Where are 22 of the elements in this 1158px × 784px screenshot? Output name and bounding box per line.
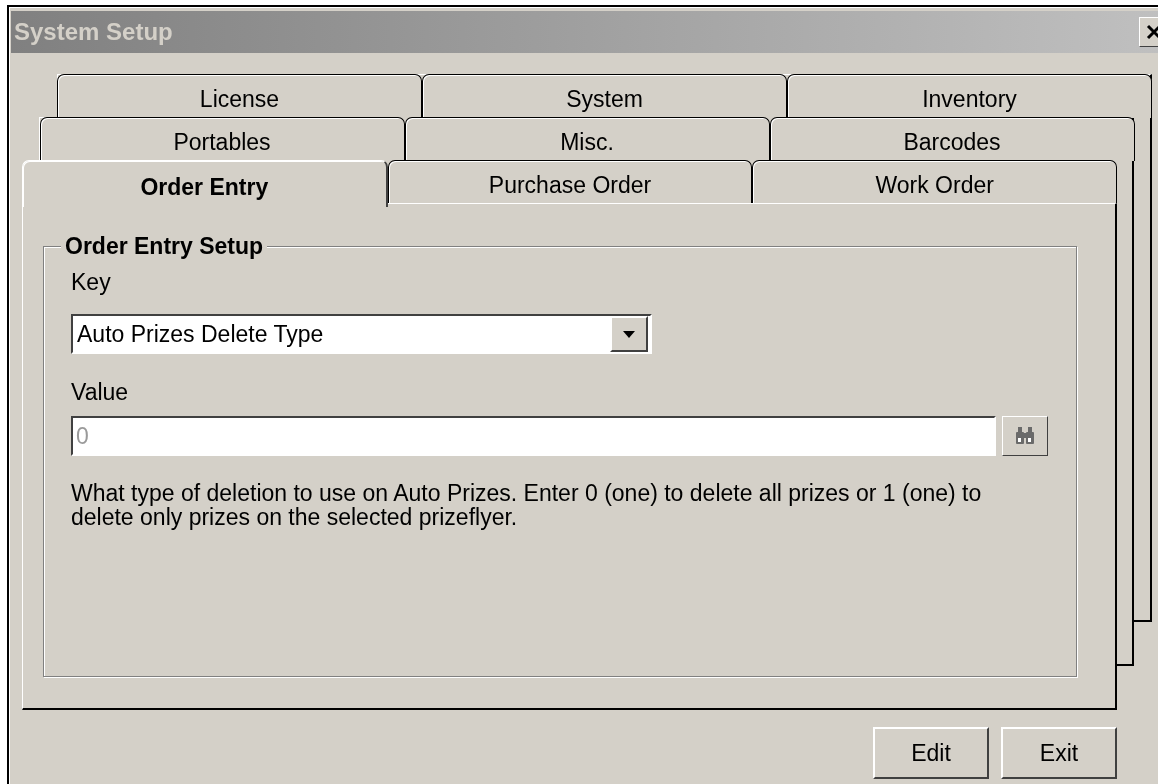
tab[interactable]: Misc. <box>404 117 770 161</box>
description-text: What type of deletion to use on Auto Prizes. Enter 0 (one) to delete all prizes or 1 (one) to delete only prizes on the selected prizeflyer. <box>71 481 983 529</box>
tab[interactable]: Barcodes <box>769 117 1135 161</box>
tab[interactable]: Portables <box>39 117 405 161</box>
field-label: Key <box>71 269 111 295</box>
tab[interactable]: Order Entry <box>22 160 388 207</box>
tab[interactable]: Inventory <box>787 74 1152 118</box>
key-dropdown[interactable]: Auto Prizes Delete Type <box>71 314 652 354</box>
window-title: System Setup <box>13 18 173 46</box>
binoculars-icon <box>1014 427 1035 445</box>
tab[interactable]: Purchase Order <box>387 160 753 204</box>
dropdown-button[interactable] <box>610 316 648 352</box>
field-label: Value <box>71 379 129 405</box>
group-title: Order Entry Setup <box>61 233 268 259</box>
tab[interactable]: System <box>422 74 787 118</box>
search-button[interactable] <box>1001 416 1048 456</box>
tab[interactable]: Work Order <box>752 160 1117 204</box>
tab[interactable]: License <box>57 74 422 118</box>
dialog-button[interactable]: Edit <box>873 727 989 779</box>
dialog-button[interactable]: Exit <box>1001 727 1117 779</box>
close-icon <box>1146 24 1158 40</box>
caret-icon <box>623 330 635 338</box>
